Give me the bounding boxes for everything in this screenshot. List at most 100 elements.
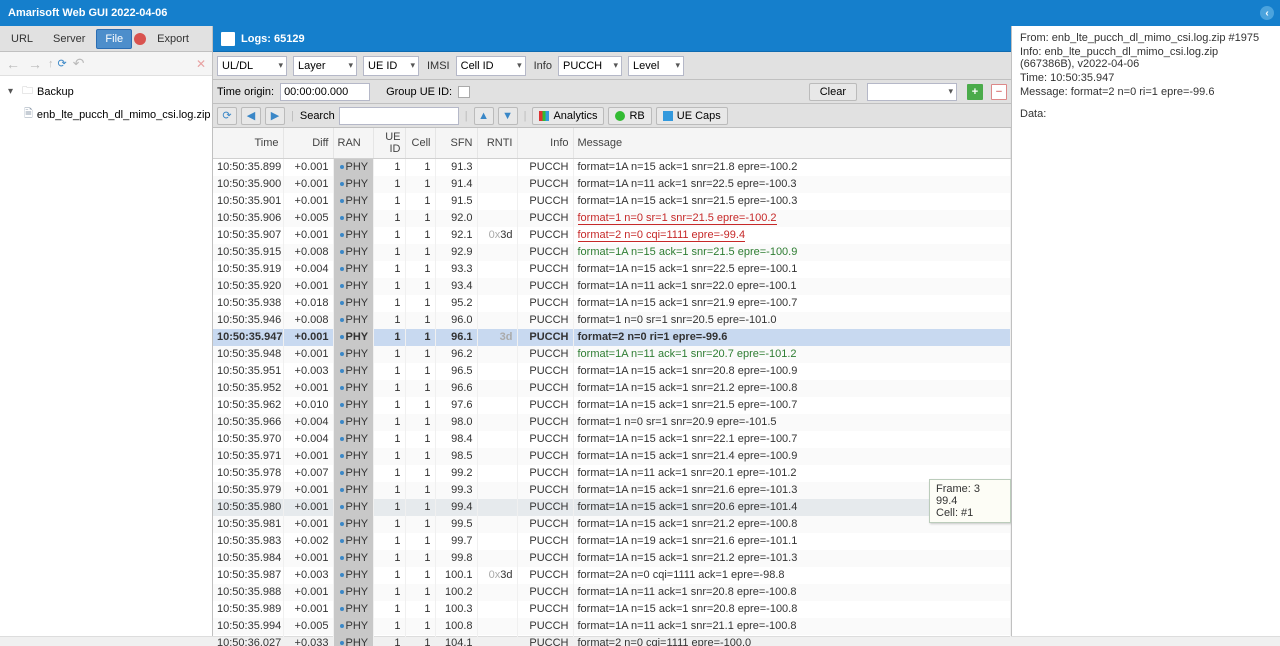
url-button[interactable]: URL <box>2 29 42 49</box>
table-row[interactable]: 10:50:35.988+0.001PHY11100.2PUCCHformat=… <box>213 584 1011 601</box>
table-row[interactable]: 10:50:35.952+0.001PHY1196.6PUCCHformat=1… <box>213 380 1011 397</box>
remove-icon[interactable]: − <box>991 84 1007 100</box>
detail-info: enb_lte_pucch_dl_mimo_csi.log.zip (66738… <box>1020 46 1218 70</box>
record-icon[interactable] <box>134 33 146 45</box>
detail-data-label: Data: <box>1020 108 1046 120</box>
ueid-combo[interactable]: UE ID <box>363 56 419 76</box>
table-row[interactable]: 10:50:35.971+0.001PHY1198.5PUCCHformat=1… <box>213 448 1011 465</box>
table-row[interactable]: 10:50:35.951+0.003PHY1196.5PUCCHformat=1… <box>213 363 1011 380</box>
nav-toolbar: ← → ↑ ⟳ ↶ ✕ <box>0 52 212 76</box>
search-down-icon[interactable]: ▼ <box>498 107 518 125</box>
layer-combo[interactable]: Layer <box>293 56 357 76</box>
table-row[interactable]: 10:50:35.946+0.008PHY1196.0PUCCHformat=1… <box>213 312 1011 329</box>
table-row[interactable]: 10:50:35.920+0.001PHY1193.4PUCCHformat=1… <box>213 278 1011 295</box>
cellid-combo[interactable]: Cell ID <box>456 56 526 76</box>
logs-panel-header: Logs: 65129 <box>213 26 1011 52</box>
table-row[interactable]: 10:50:35.915+0.008PHY1192.9PUCCHformat=1… <box>213 244 1011 261</box>
tree-label: Backup <box>37 86 74 98</box>
clear-button[interactable]: Clear <box>809 83 857 101</box>
nav-up-icon[interactable]: ↑ <box>48 58 54 70</box>
table-row[interactable]: 10:50:35.919+0.004PHY1193.3PUCCHformat=1… <box>213 261 1011 278</box>
table-row[interactable]: 10:50:35.962+0.010PHY1197.6PUCCHformat=1… <box>213 397 1011 414</box>
col-diff[interactable]: Diff <box>283 128 333 159</box>
table-row[interactable]: 10:50:35.947+0.001PHY1196.13dPUCCHformat… <box>213 329 1011 346</box>
col-rnti[interactable]: RNTI <box>477 128 517 159</box>
refresh-icon[interactable]: ⟳ <box>217 107 237 125</box>
nav-back-icon[interactable]: ← <box>4 56 22 72</box>
file-button[interactable]: File <box>96 29 132 49</box>
table-row[interactable]: 10:50:35.938+0.018PHY1195.2PUCCHformat=1… <box>213 295 1011 312</box>
col-ran[interactable]: RAN <box>333 128 373 159</box>
table-row[interactable]: 10:50:35.970+0.004PHY1198.4PUCCHformat=1… <box>213 431 1011 448</box>
table-row[interactable]: 10:50:35.983+0.002PHY1199.7PUCCHformat=1… <box>213 533 1011 550</box>
export-button[interactable]: Export <box>148 29 198 49</box>
col-sfn[interactable]: SFN <box>435 128 477 159</box>
table-row[interactable]: 10:50:35.981+0.001PHY1199.5PUCCHformat=1… <box>213 516 1011 533</box>
table-row[interactable]: 10:50:35.900+0.001PHY1191.4PUCCHformat=1… <box>213 176 1011 193</box>
search-input[interactable] <box>339 107 459 125</box>
table-row[interactable]: 10:50:35.907+0.001PHY1192.10x3dPUCCHform… <box>213 227 1011 244</box>
analytics-button[interactable]: Analytics <box>532 107 604 125</box>
time-origin-input[interactable] <box>280 83 370 101</box>
next-icon[interactable]: ▶ <box>265 107 285 125</box>
filter-preset-combo[interactable] <box>867 83 957 101</box>
col-cell[interactable]: Cell <box>405 128 435 159</box>
tree-node-logfile[interactable]: 🗎 enb_lte_pucch_dl_mimo_csi.log.zip ✓ <box>2 103 210 126</box>
search-bar: ⟳ ◀ ▶ | Search | ▲ ▼ | Analytics RB UE C… <box>213 104 1011 128</box>
time-origin-label: Time origin: <box>217 86 274 98</box>
col-time[interactable]: Time <box>213 128 283 159</box>
group-ueid-label: Group UE ID: <box>386 86 452 98</box>
table-row[interactable]: 10:50:35.980+0.001PHY1199.4PUCCHformat=1… <box>213 499 1011 516</box>
table-row[interactable]: 10:50:35.979+0.001PHY1199.3PUCCHformat=1… <box>213 482 1011 499</box>
chart-icon <box>539 111 549 121</box>
info-combo[interactable]: PUCCH <box>558 56 622 76</box>
document-icon: 🗎 <box>24 105 33 124</box>
document-icon <box>221 32 235 46</box>
level-combo[interactable]: Level <box>628 56 684 76</box>
info-label: Info <box>534 60 552 72</box>
table-row[interactable]: 10:50:35.966+0.004PHY1198.0PUCCHformat=1… <box>213 414 1011 431</box>
separator: | <box>524 110 527 122</box>
refresh-icon[interactable]: ⟳ <box>58 57 67 70</box>
log-table: Time Diff RAN UE ID Cell SFN RNTI Info M… <box>213 128 1011 646</box>
search-up-icon[interactable]: ▲ <box>474 107 494 125</box>
folder-icon: 🗀 <box>22 82 33 101</box>
col-info[interactable]: Info <box>517 128 573 159</box>
table-row[interactable]: 10:50:35.994+0.005PHY11100.8PUCCHformat=… <box>213 618 1011 635</box>
tree-node-backup[interactable]: ▾ 🗀 Backup <box>2 80 210 103</box>
add-icon[interactable]: + <box>967 84 983 100</box>
table-row[interactable]: 10:50:35.901+0.001PHY1191.5PUCCHformat=1… <box>213 193 1011 210</box>
square-icon <box>663 111 673 121</box>
prev-icon[interactable]: ◀ <box>241 107 261 125</box>
uldl-combo[interactable]: UL/DL <box>217 56 287 76</box>
left-panel: URL Server File Export ← → ↑ ⟳ ↶ ✕ ▾ 🗀 B… <box>0 26 213 646</box>
table-row[interactable]: 10:50:36.027+0.033PHY11104.1PUCCHformat=… <box>213 635 1011 646</box>
file-tree: ▾ 🗀 Backup 🗎 enb_lte_pucch_dl_mimo_csi.l… <box>0 76 212 646</box>
tree-toggle-icon[interactable]: ▾ <box>8 86 18 97</box>
table-row[interactable]: 10:50:35.989+0.001PHY11100.3PUCCHformat=… <box>213 601 1011 618</box>
group-ueid-checkbox[interactable] <box>458 86 470 98</box>
nav-undo-icon[interactable]: ↶ <box>71 55 87 72</box>
collapse-left-icon[interactable] <box>1260 6 1274 20</box>
rb-button[interactable]: RB <box>608 107 651 125</box>
table-row[interactable]: 10:50:35.987+0.003PHY11100.10x3dPUCCHfor… <box>213 567 1011 584</box>
detail-panel: From: enb_lte_pucch_dl_mimo_csi.log.zip … <box>1012 26 1280 646</box>
col-message[interactable]: Message <box>573 128 1011 159</box>
nav-forward-icon[interactable]: → <box>26 56 44 72</box>
table-row[interactable]: 10:50:35.978+0.007PHY1199.2PUCCHformat=1… <box>213 465 1011 482</box>
detail-message: format=2 n=0 ri=1 epre=-99.6 <box>1071 86 1215 98</box>
table-row[interactable]: 10:50:35.948+0.001PHY1196.2PUCCHformat=1… <box>213 346 1011 363</box>
uecaps-button[interactable]: UE Caps <box>656 107 728 125</box>
server-button[interactable]: Server <box>44 29 94 49</box>
separator: | <box>465 110 468 122</box>
tooltip-line2: Cell: #1 <box>936 507 1004 519</box>
table-row[interactable]: 10:50:35.906+0.005PHY1192.0PUCCHformat=1… <box>213 210 1011 227</box>
table-row[interactable]: 10:50:35.899+0.001PHY1191.3PUCCHformat=1… <box>213 159 1011 176</box>
table-row[interactable]: 10:50:35.984+0.001PHY1199.8PUCCHformat=1… <box>213 550 1011 567</box>
col-ueid[interactable]: UE ID <box>373 128 405 159</box>
app-header: Amarisoft Web GUI 2022-04-06 <box>0 0 1280 26</box>
time-bar: Time origin: Group UE ID: Clear + − <box>213 80 1011 104</box>
close-icon[interactable]: ✕ <box>196 57 206 71</box>
log-table-container[interactable]: Time Diff RAN UE ID Cell SFN RNTI Info M… <box>213 128 1011 646</box>
logs-panel: Logs: 65129 UL/DL Layer UE ID IMSI Cell … <box>213 26 1012 646</box>
